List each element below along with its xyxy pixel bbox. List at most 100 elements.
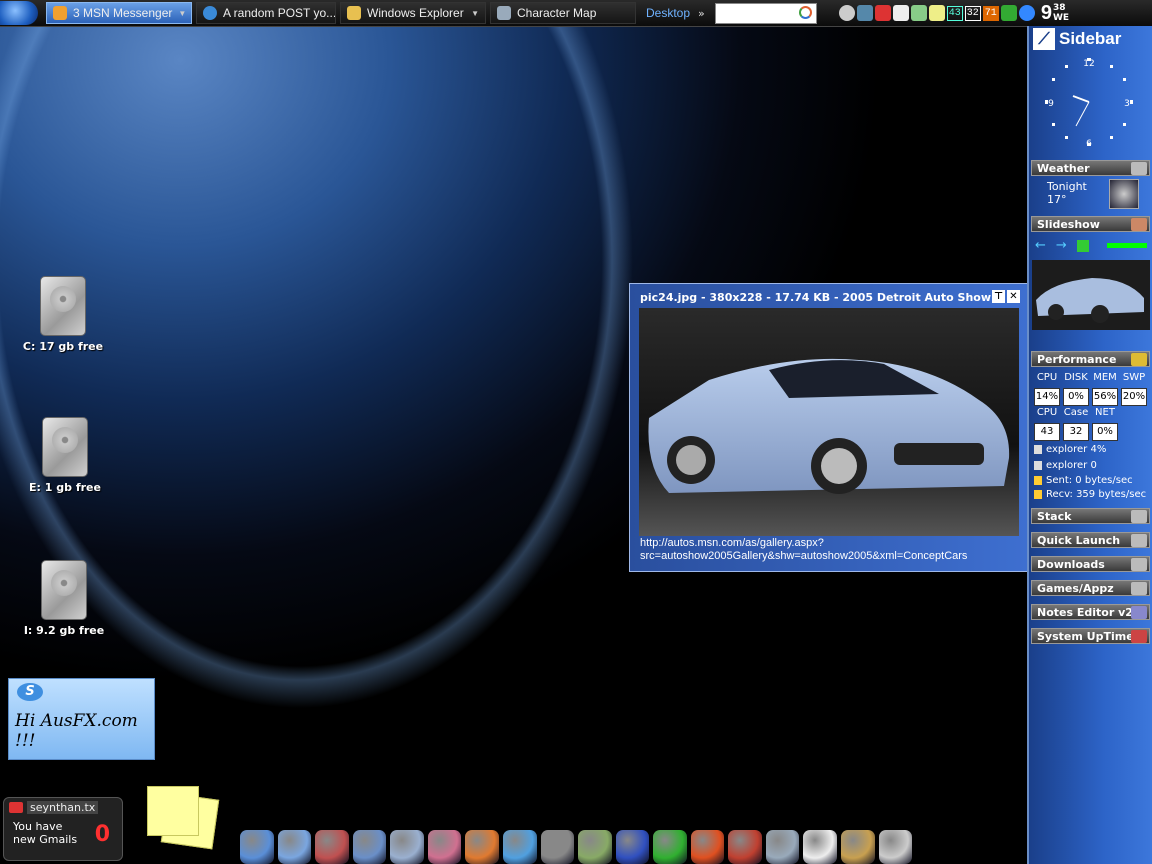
task-label: A random POST yo... xyxy=(223,6,336,20)
gadget-title: Games/Appz xyxy=(1037,582,1114,595)
folder-icon[interactable] xyxy=(277,830,312,864)
close-icon[interactable]: ✕ xyxy=(1007,290,1020,303)
task-character-map[interactable]: Character Map xyxy=(490,2,636,24)
perf-label: SWP xyxy=(1122,372,1146,383)
perf-label: CPU xyxy=(1036,407,1058,418)
desktop-toolbar-link[interactable]: Desktop xyxy=(646,6,690,20)
image-source-url[interactable]: http://autos.msn.com/as/gallery.aspx? sr… xyxy=(640,537,967,563)
green-app-icon[interactable] xyxy=(653,830,687,864)
drive-c[interactable]: C: 17 gb free xyxy=(8,276,118,353)
paint-icon[interactable] xyxy=(841,830,875,864)
start-button[interactable] xyxy=(0,1,38,25)
tray-green-icon[interactable] xyxy=(1000,5,1017,21)
performance-title: Performance xyxy=(1037,353,1117,366)
vlc-icon[interactable] xyxy=(615,830,650,864)
tray-white-icon[interactable] xyxy=(892,5,909,21)
tray-app-icon[interactable] xyxy=(838,5,855,21)
desktop-note[interactable]: S Hi AusFX.com !!! xyxy=(8,678,155,760)
messenger-icon[interactable] xyxy=(502,830,537,864)
gadget-stack[interactable]: Stack xyxy=(1031,508,1150,524)
game-icon[interactable] xyxy=(728,830,762,864)
task-windows-explorer[interactable]: Windows Explorer ▼ xyxy=(340,2,486,24)
performance-gadget-bar[interactable]: Performance xyxy=(1031,351,1150,367)
gadget-settings-icon[interactable] xyxy=(1131,558,1147,571)
weather-gadget-bar[interactable]: Weather xyxy=(1031,160,1150,176)
compass-icon[interactable] xyxy=(765,830,800,864)
documents-icon[interactable] xyxy=(390,830,424,864)
search-input[interactable] xyxy=(714,2,817,24)
arrow-right-icon[interactable]: → xyxy=(1056,238,1067,253)
trash-icon[interactable] xyxy=(540,830,575,864)
perf-line-text: explorer 0 xyxy=(1046,460,1097,471)
perf-label: Case xyxy=(1063,407,1089,418)
disk-usage: 0% xyxy=(1063,388,1089,406)
cpu-temp-readout[interactable]: 43 xyxy=(946,5,963,21)
gadget-notes-editor[interactable]: Notes Editor v2 xyxy=(1031,604,1150,620)
folder-icon xyxy=(347,6,361,20)
weather-settings-icon[interactable] xyxy=(1131,162,1147,175)
task-msn-messenger[interactable]: 3 MSN Messenger ▼ xyxy=(46,2,192,24)
gadget-title: Stack xyxy=(1037,510,1072,523)
gadget-quick-launch[interactable]: Quick Launch xyxy=(1031,532,1150,548)
weather-temp: 17° xyxy=(1047,193,1067,206)
tray-red-icon[interactable] xyxy=(874,5,891,21)
drive-e[interactable]: E: 1 gb free xyxy=(10,417,120,494)
gadget-settings-icon[interactable] xyxy=(1131,582,1147,595)
network-icon[interactable] xyxy=(690,830,725,864)
slideshow-title: Slideshow xyxy=(1037,218,1100,231)
photo-icon[interactable] xyxy=(578,830,612,864)
slideshow-image[interactable] xyxy=(1032,260,1150,330)
performance-settings-icon[interactable] xyxy=(1131,353,1147,366)
media-icon[interactable] xyxy=(315,830,349,864)
chevron-down-icon[interactable]: ▼ xyxy=(178,9,186,18)
pin-icon[interactable]: ⊤ xyxy=(992,290,1005,303)
globe-icon xyxy=(203,6,217,20)
sticky-notes-icon[interactable] xyxy=(147,786,199,836)
drive-i[interactable]: I: 9.2 gb free xyxy=(9,560,119,637)
gadget-downloads[interactable]: Downloads xyxy=(1031,556,1150,572)
hard-drive-icon xyxy=(42,417,88,477)
weather-period: Tonight xyxy=(1047,180,1087,193)
gmail-count: 0 xyxy=(94,822,110,847)
clock-detail[interactable]: 38 WE xyxy=(1053,3,1069,23)
hard-drive-icon xyxy=(40,276,86,336)
car-photo[interactable] xyxy=(639,308,1019,536)
arrow-up-icon[interactable] xyxy=(1131,630,1147,643)
chevron-down-icon[interactable]: ▼ xyxy=(471,9,479,18)
firefox-icon[interactable] xyxy=(465,830,499,864)
gadget-settings-icon[interactable] xyxy=(1131,534,1147,547)
gadget-system-uptime[interactable]: System UpTime xyxy=(1031,628,1150,644)
monitor-icon[interactable] xyxy=(856,5,873,21)
analog-clock[interactable]: 12 3 6 9 xyxy=(1043,56,1135,148)
temp-readout[interactable]: 71 xyxy=(982,5,999,21)
net-usage: 0% xyxy=(1092,423,1118,441)
task-browser[interactable]: A random POST yo... xyxy=(196,2,336,24)
gadget-title: Notes Editor v2 xyxy=(1037,606,1133,619)
network-icon xyxy=(1034,476,1042,485)
chevron-right-icon[interactable]: » xyxy=(698,7,705,20)
gadget-games-appz[interactable]: Games/Appz xyxy=(1031,580,1150,596)
clock-label-9: 9 xyxy=(1048,99,1054,109)
weather-icon[interactable] xyxy=(878,830,913,864)
case-temp-readout[interactable]: 32 xyxy=(964,5,981,21)
music-folder-icon[interactable] xyxy=(352,830,387,864)
slideshow-gadget-bar[interactable]: Slideshow xyxy=(1031,216,1150,232)
arrow-left-icon[interactable]: ← xyxy=(1035,238,1046,253)
help-icon[interactable] xyxy=(1018,5,1035,21)
computer-icon[interactable] xyxy=(240,830,274,864)
weather-info: Tonight 17° xyxy=(1047,180,1087,206)
gmail-notifier[interactable]: seynthan.tx You have new Gmails 0 xyxy=(3,797,123,861)
editor-icon[interactable] xyxy=(803,830,837,864)
clock-hour[interactable]: 9 xyxy=(1041,2,1052,24)
network-icon[interactable] xyxy=(910,5,927,21)
image-preview-window[interactable]: pic24.jpg - 380x228 - 17.74 KB - 2005 De… xyxy=(629,283,1028,572)
gadget-settings-icon[interactable] xyxy=(1131,510,1147,523)
pictures-icon[interactable] xyxy=(427,830,462,864)
clock-label-6: 6 xyxy=(1086,139,1092,148)
refresh-icon[interactable] xyxy=(1076,239,1089,252)
note-icon[interactable] xyxy=(928,5,945,21)
perf-label: DISK xyxy=(1064,372,1088,383)
slideshow-settings-icon[interactable] xyxy=(1131,218,1147,231)
pencil-icon[interactable] xyxy=(1131,606,1147,619)
sidebar-header[interactable]: ⟋ Sidebar xyxy=(1033,28,1121,50)
